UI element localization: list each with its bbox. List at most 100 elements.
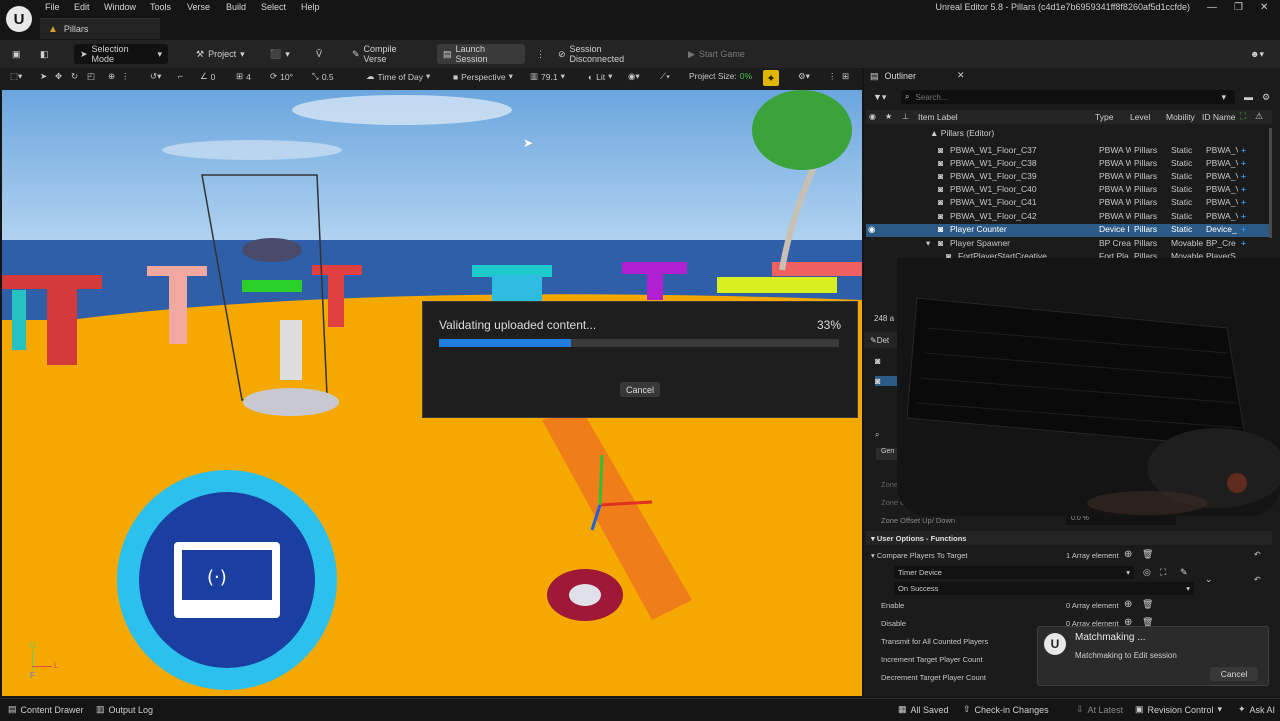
content-drawer-button[interactable]: ▤ Content Drawer [8,704,84,715]
pick-actor-icon[interactable]: ⛶ [1160,567,1166,578]
rotate-icon[interactable]: ↻ [71,71,78,82]
eyedropper-icon[interactable]: ✎ [1180,567,1188,578]
save-icon[interactable]: ▣ [6,44,26,64]
gear-icon[interactable]: ⚙▾ [798,71,810,82]
revision-control-dropdown[interactable]: ▣ Revision Control ▾ [1135,704,1222,715]
compile-verse-button[interactable]: ✎ Compile Verse [346,44,428,64]
outliner-scrollbar[interactable] [1269,128,1272,238]
close-tab-icon[interactable]: ✕ [957,70,965,81]
launch-options-icon[interactable]: ⋮ [530,44,545,64]
outliner-row-selected[interactable]: ◉ ◙ Player Counter Device I Pillars Stat… [866,224,1272,237]
menu-tools[interactable]: Tools [150,2,171,12]
search-input[interactable] [913,91,1218,103]
reset-icon[interactable]: ↶ [1254,550,1261,559]
browse-icon[interactable]: ◎ [1143,567,1151,578]
zone-offset-field[interactable]: 0.0 % [1066,515,1176,525]
cancel-matchmaking-button[interactable]: Cancel [1210,667,1258,681]
fov-dropdown[interactable]: ▥ 79.1 ▾ [530,71,565,82]
maximize-icon[interactable]: ❐ [1234,2,1243,13]
rotate-snap[interactable]: ⟳ 10° [270,71,293,82]
filter-icon[interactable]: ▼▾ [873,92,886,103]
cancel-upload-button[interactable]: Cancel [620,382,660,397]
scale-icon[interactable]: ◰ [87,71,95,82]
menu-select[interactable]: Select [261,2,286,12]
outliner-row[interactable]: ◙ PBWA_W1_Floor_C38 PBWA W Pillars Stati… [866,158,1272,171]
all-saved-button[interactable]: ▦ All Saved [898,704,949,715]
add-element-icon[interactable]: ⊕ [1124,549,1132,560]
add-icon[interactable]: + [1241,197,1246,207]
show-flags-icon[interactable]: ◉▾ [628,71,640,82]
at-latest-button[interactable]: ⇩ At Latest [1076,704,1123,715]
event-select[interactable]: On Success ▾ [894,582,1194,595]
outliner-row[interactable]: ◙ PBWA_W1_Floor_C40 PBWA W Pillars Stati… [866,184,1272,197]
outliner-search[interactable]: ⌕ ▾ [901,90,1235,104]
launch-session-button[interactable]: ▤ Launch Session [437,44,525,64]
time-of-day-dropdown[interactable]: ☁ Time of Day ▾ [366,71,430,82]
translate-icon[interactable]: ✥ [55,71,62,82]
folder-icon[interactable]: ▬ [1244,92,1253,102]
outliner-row[interactable]: ◙ PBWA_W1_Floor_C42 PBWA W Pillars Stati… [866,211,1272,224]
outliner-row[interactable]: ▾ ◙ Player Spawner BP Crea Pillars Movab… [866,238,1272,251]
col-item-label[interactable]: Item Label [918,112,958,122]
add-actor-button[interactable]: ⬛ ▾ [264,44,296,64]
add-icon[interactable]: + [1241,171,1246,181]
col-mobility[interactable]: Mobility [1166,112,1195,122]
add-icon[interactable]: + [1241,211,1246,221]
outliner-root[interactable]: ▲ Pillars (Editor) [930,128,994,138]
col-id-name[interactable]: ID Name [1202,112,1236,122]
snap-icon[interactable]: ⌐ [178,71,183,81]
outliner-row[interactable]: ◙ PBWA_W1_Floor_C37 PBWA W Pillars Stati… [866,145,1272,158]
start-game-button[interactable]: ▶ Start Game [682,44,754,64]
add-icon[interactable]: ⛶ [1240,111,1246,122]
verse-icon[interactable]: Ṽ [310,44,334,64]
snap-count[interactable]: ∠ 0 [200,71,215,82]
col-level[interactable]: Level [1130,112,1150,122]
add-icon[interactable]: + [1241,184,1246,194]
viewport-menu-icon[interactable]: ⋮ [828,71,837,82]
menu-help[interactable]: Help [301,2,320,12]
reset-icon[interactable]: ↶ [1254,575,1261,584]
realtime-badge-icon[interactable]: ✦ [763,70,779,86]
perspective-dropdown[interactable]: ■ Perspective ▾ [453,71,513,82]
project-dropdown[interactable]: ⚒ Project ▾ [190,44,252,64]
trash-icon[interactable]: 🗑 [1142,549,1153,560]
add-icon[interactable]: + [1241,158,1246,168]
check-in-button[interactable]: ⇧ Check-in Changes [963,704,1049,715]
outliner-row[interactable]: ◙ PBWA_W1_Floor_C39 PBWA W Pillars Stati… [866,171,1272,184]
add-icon[interactable]: + [1241,238,1246,248]
general-category[interactable]: Gen [876,448,898,460]
trash-icon[interactable]: 🗑 [1142,599,1153,610]
surface-snap-icon[interactable]: ↺▾ [150,71,161,82]
col-type[interactable]: Type [1095,112,1113,122]
selection-mode-dropdown[interactable]: ➤ Selection Mode ▾ [74,44,168,64]
outliner-row[interactable]: ◙ PBWA_W1_Floor_C41 PBWA W Pillars Stati… [866,197,1272,210]
content-browser-icon[interactable]: ◧ [34,44,56,64]
add-icon[interactable]: + [1241,224,1246,234]
collaborators-icon[interactable]: ☻▾ [1244,44,1274,64]
unreal-logo-icon[interactable]: U [6,6,32,32]
select-icon[interactable]: ➤ [40,71,47,82]
component-icon[interactable]: ◙ [875,356,880,366]
menu-verse[interactable]: Verse [187,2,210,12]
lit-dropdown[interactable]: ◐ Lit ▾ [588,71,612,82]
outliner-tab[interactable]: ▤ Outliner [870,68,916,84]
menu-file[interactable]: File [45,2,60,12]
viewport-settings-icon[interactable]: ⟋▾ [660,71,670,82]
selected-component-icon[interactable]: ◙ [875,376,897,386]
transform-mode-icon[interactable]: ⬚▾ [10,71,22,82]
minimize-icon[interactable]: — [1207,2,1217,13]
ask-ai-button[interactable]: ✦ Ask AI [1238,704,1275,715]
eye-icon[interactable]: ◉ [868,224,875,235]
output-log-button[interactable]: ▥ Output Log [96,704,153,715]
close-window-icon[interactable]: ✕ [1260,2,1268,13]
menu-window[interactable]: Window [104,2,136,12]
menu-edit[interactable]: Edit [74,2,90,12]
menu-build[interactable]: Build [226,2,246,12]
expand-icon[interactable]: ⌄ [1205,574,1213,585]
settings-icon[interactable]: ⚙ [1262,92,1270,103]
add-icon[interactable]: + [1241,145,1246,155]
details-search-icon[interactable]: ⌕ [875,430,879,440]
grid-snap[interactable]: ⊞ 4 [236,71,251,82]
timer-device-select[interactable]: Timer Device ▾ [894,566,1134,579]
options-icon[interactable]: ⋮ [121,71,130,82]
